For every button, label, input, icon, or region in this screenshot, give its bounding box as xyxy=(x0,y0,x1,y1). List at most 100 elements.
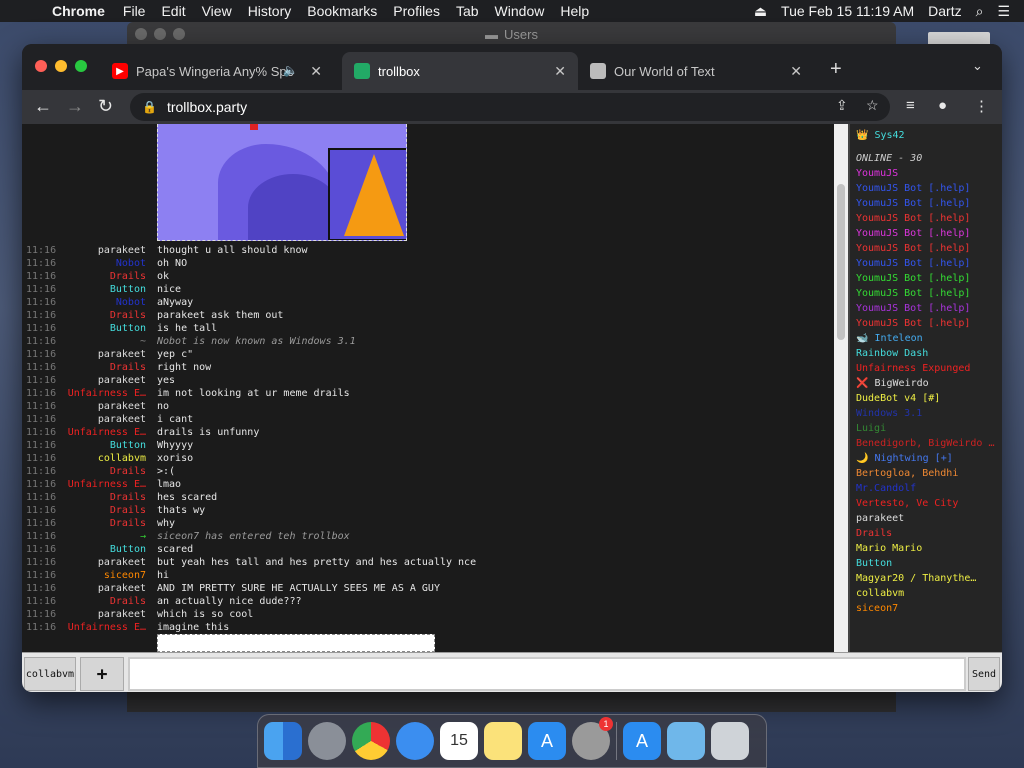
user-entry[interactable]: Mario Mario xyxy=(856,541,1002,556)
user-menu[interactable]: Dartz xyxy=(928,3,961,19)
message-nick[interactable]: Button xyxy=(110,283,146,296)
finder-icon[interactable] xyxy=(264,722,302,760)
lock-icon[interactable]: 🔒 xyxy=(142,100,157,114)
user-entry[interactable]: siceon7 xyxy=(856,601,1002,616)
audio-playing-icon[interactable]: 🔈 xyxy=(283,63,298,77)
chat-log[interactable]: 11:16 parakeet thought u all should know 11… xyxy=(22,124,834,652)
user-entry[interactable]: Vertesto, Ve City xyxy=(856,496,1002,511)
scrollbar-thumb[interactable] xyxy=(837,184,845,340)
bookmark-star-icon[interactable]: ☆ xyxy=(866,97,879,114)
user-entry[interactable]: Luigi xyxy=(856,421,1002,436)
message-nick[interactable]: Unfairness E… xyxy=(68,621,146,634)
chrome-icon[interactable] xyxy=(352,722,390,760)
message-nick[interactable]: Unfairness E… xyxy=(68,387,146,400)
user-entry[interactable]: YoumuJS Bot [.help] xyxy=(856,196,1002,211)
reload-icon[interactable]: ↻ xyxy=(98,96,113,117)
user-entry[interactable]: YoumuJS Bot [.help] xyxy=(856,211,1002,226)
menu-help[interactable]: Help xyxy=(560,3,589,19)
message-nick[interactable]: parakeet xyxy=(98,582,146,595)
app-menu[interactable]: Chrome xyxy=(52,3,105,19)
message-nick[interactable]: siceon7 xyxy=(104,569,146,582)
user-entry[interactable]: Rainbow Dash xyxy=(856,346,1002,361)
notes-icon[interactable] xyxy=(484,722,522,760)
spotlight-search-icon[interactable]: ⌕ xyxy=(976,3,984,20)
user-entry[interactable]: Benedigorb, BigWeirdo … xyxy=(856,436,1002,451)
eject-icon[interactable]: ⏏ xyxy=(754,3,767,20)
menu-history[interactable]: History xyxy=(248,3,292,19)
close-window-button[interactable] xyxy=(35,60,47,72)
tab-papas-wingeria[interactable]: ▶ Papa's Wingeria Any% Spe 🔈 ✕ xyxy=(100,52,334,90)
forward-icon[interactable]: → xyxy=(66,96,84,117)
user-entry[interactable]: Windows 3.1 xyxy=(856,406,1002,421)
close-icon[interactable]: ✕ xyxy=(554,63,566,80)
chat-image-bottom[interactable] xyxy=(157,634,435,652)
user-entry[interactable]: ❌ BigWeirdo xyxy=(856,376,1002,391)
message-nick[interactable]: ~ xyxy=(140,335,146,348)
user-entry[interactable]: 🐋 Inteleon xyxy=(856,331,1002,346)
add-room-button[interactable]: + xyxy=(80,657,124,691)
share-icon[interactable]: ⇪ xyxy=(836,97,848,114)
tab-trollbox[interactable]: trollbox ✕ xyxy=(342,52,578,90)
user-entry[interactable]: DudeBot v4 [#] xyxy=(856,391,1002,406)
trash-icon[interactable] xyxy=(711,722,749,760)
message-nick[interactable]: Nobot xyxy=(116,296,146,309)
message-nick[interactable]: Drails xyxy=(110,504,146,517)
user-entry[interactable]: Unfairness Expunged xyxy=(856,361,1002,376)
self-user[interactable]: 👑 Sys42 xyxy=(856,128,1002,143)
message-nick[interactable]: Button xyxy=(110,322,146,335)
address-bar[interactable]: 🔒 trollbox.party ⇪ ☆ xyxy=(130,93,890,121)
message-nick[interactable]: Button xyxy=(110,439,146,452)
message-nick[interactable]: parakeet xyxy=(98,400,146,413)
user-entry[interactable]: YoumuJS Bot [.help] xyxy=(856,256,1002,271)
message-nick[interactable]: collabvm xyxy=(98,452,146,465)
message-nick[interactable]: Drails xyxy=(110,465,146,478)
user-entry[interactable]: Mr.Candolf xyxy=(856,481,1002,496)
user-entry[interactable]: Button xyxy=(856,556,1002,571)
message-nick[interactable]: Drails xyxy=(110,361,146,374)
message-nick[interactable]: Nobot xyxy=(116,257,146,270)
menu-profiles[interactable]: Profiles xyxy=(393,3,440,19)
app-store-download-icon[interactable]: A xyxy=(623,722,661,760)
menu-edit[interactable]: Edit xyxy=(161,3,185,19)
message-nick[interactable]: Drails xyxy=(110,517,146,530)
minimize-window-button[interactable] xyxy=(55,60,67,72)
chat-image-top[interactable] xyxy=(157,124,407,241)
message-nick[interactable]: parakeet xyxy=(98,608,146,621)
menu-bookmarks[interactable]: Bookmarks xyxy=(307,3,377,19)
user-entry[interactable]: YoumuJS Bot [.help] xyxy=(856,241,1002,256)
close-icon[interactable]: ✕ xyxy=(310,63,322,80)
user-entry[interactable]: 🌙 Nightwing [+] xyxy=(856,451,1002,466)
message-nick[interactable]: Drails xyxy=(110,491,146,504)
menu-window[interactable]: Window xyxy=(495,3,545,19)
chat-scrollbar[interactable] xyxy=(834,124,848,652)
message-nick[interactable]: Unfairness E… xyxy=(68,478,146,491)
user-entry[interactable]: YoumuJS Bot [.help] xyxy=(856,271,1002,286)
message-nick[interactable]: parakeet xyxy=(98,413,146,426)
message-nick[interactable]: Drails xyxy=(110,309,146,322)
room-tab-collabvm[interactable]: collabvm xyxy=(24,657,76,691)
message-nick[interactable]: Button xyxy=(110,543,146,556)
message-nick[interactable]: parakeet xyxy=(98,556,146,569)
message-nick[interactable]: → xyxy=(140,530,146,543)
message-nick[interactable]: Drails xyxy=(110,595,146,608)
message-input[interactable] xyxy=(128,657,966,691)
user-entry[interactable]: YoumuJS xyxy=(856,166,1002,181)
message-nick[interactable]: parakeet xyxy=(98,348,146,361)
user-entry[interactable]: YoumuJS Bot [.help] xyxy=(856,286,1002,301)
system-preferences-icon[interactable]: 1 xyxy=(572,717,613,760)
profile-avatar-icon[interactable]: ● xyxy=(938,97,947,114)
safari-icon[interactable] xyxy=(396,722,434,760)
media-control-icon[interactable]: ≡ xyxy=(906,97,915,114)
close-icon[interactable]: ✕ xyxy=(790,63,802,80)
menu-tab[interactable]: Tab xyxy=(456,3,479,19)
user-entry[interactable]: Bertogloa, Behdhi xyxy=(856,466,1002,481)
message-nick[interactable]: Drails xyxy=(110,270,146,283)
message-nick[interactable]: Unfairness E… xyxy=(68,426,146,439)
message-nick[interactable]: parakeet xyxy=(98,244,146,257)
control-center-icon[interactable]: ☰ xyxy=(997,3,1010,20)
user-entry[interactable]: YoumuJS Bot [.help] xyxy=(856,316,1002,331)
user-entry[interactable]: parakeet xyxy=(856,511,1002,526)
user-entry[interactable]: YoumuJS Bot [.help] xyxy=(856,226,1002,241)
chrome-menu-icon[interactable]: ⋮ xyxy=(974,97,989,115)
tab-our-world-of-text[interactable]: Our World of Text ✕ xyxy=(578,52,814,90)
